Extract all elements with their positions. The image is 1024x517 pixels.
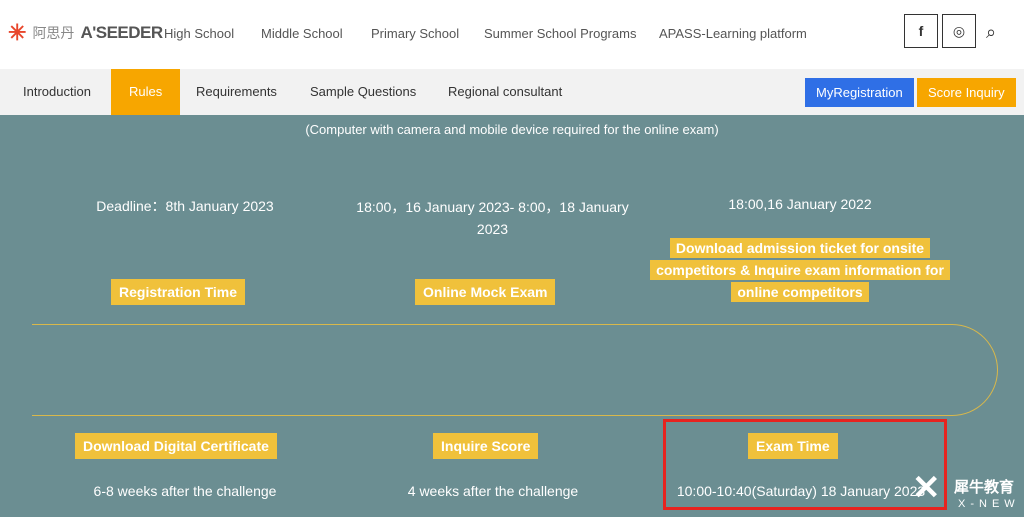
nav-apass-learning[interactable]: APASS-Learning platform xyxy=(659,26,807,41)
logo[interactable]: ✳ 阿思丹 A'SEEDER xyxy=(8,20,163,46)
search-icon[interactable]: ⌕ xyxy=(986,22,996,43)
tab-introduction[interactable]: Introduction xyxy=(23,69,91,115)
my-registration-button[interactable]: MyRegistration xyxy=(805,78,914,107)
score-date: 4 weeks after the challenge xyxy=(407,483,579,499)
admission-ticket-date: 18:00,16 January 2022 xyxy=(728,196,872,212)
x-new-logo-icon: ✕ xyxy=(912,469,941,507)
instagram-icon[interactable]: ◎ xyxy=(942,14,976,48)
digital-certificate-label: Download Digital Certificate xyxy=(75,433,277,459)
registration-time-label: Registration Time xyxy=(111,279,245,305)
admission-ticket-label: Download admission ticket for onsite com… xyxy=(648,235,952,305)
mock-exam-date: 18:00，16 January 2023- 8:00，18 January 2… xyxy=(356,199,629,237)
facebook-icon[interactable]: f xyxy=(904,14,938,48)
nav-middle-school[interactable]: Middle School xyxy=(261,26,343,41)
logo-mark-icon: ✳ xyxy=(8,20,27,45)
admission-ticket-text: Download admission ticket for onsite com… xyxy=(650,238,950,302)
tab-bar: Introduction Rules Requirements Sample Q… xyxy=(0,69,1024,115)
exam-note: (Computer with camera and mobile device … xyxy=(305,122,719,137)
site-header: ✳ 阿思丹 A'SEEDER High School Middle School… xyxy=(0,0,1024,69)
score-inquiry-button[interactable]: Score Inquiry xyxy=(917,78,1016,107)
tab-rules[interactable]: Rules xyxy=(111,69,181,115)
nav-high-school[interactable]: High School xyxy=(164,26,234,41)
tab-regional-consultant[interactable]: Regional consultant xyxy=(448,69,562,115)
exam-time-highlight xyxy=(663,419,947,510)
registration-date: Deadline：8th January 2023 xyxy=(96,198,274,214)
nav-primary-school[interactable]: Primary School xyxy=(371,26,459,41)
tab-sample-questions[interactable]: Sample Questions xyxy=(310,69,416,115)
timeline-track xyxy=(32,324,998,416)
tab-requirements[interactable]: Requirements xyxy=(196,69,277,115)
certificate-date: 6-8 weeks after the challenge xyxy=(93,483,277,499)
inquire-score-label: Inquire Score xyxy=(433,433,539,459)
online-mock-exam-label: Online Mock Exam xyxy=(415,279,556,305)
nav-summer-school[interactable]: Summer School Programs xyxy=(484,26,636,41)
